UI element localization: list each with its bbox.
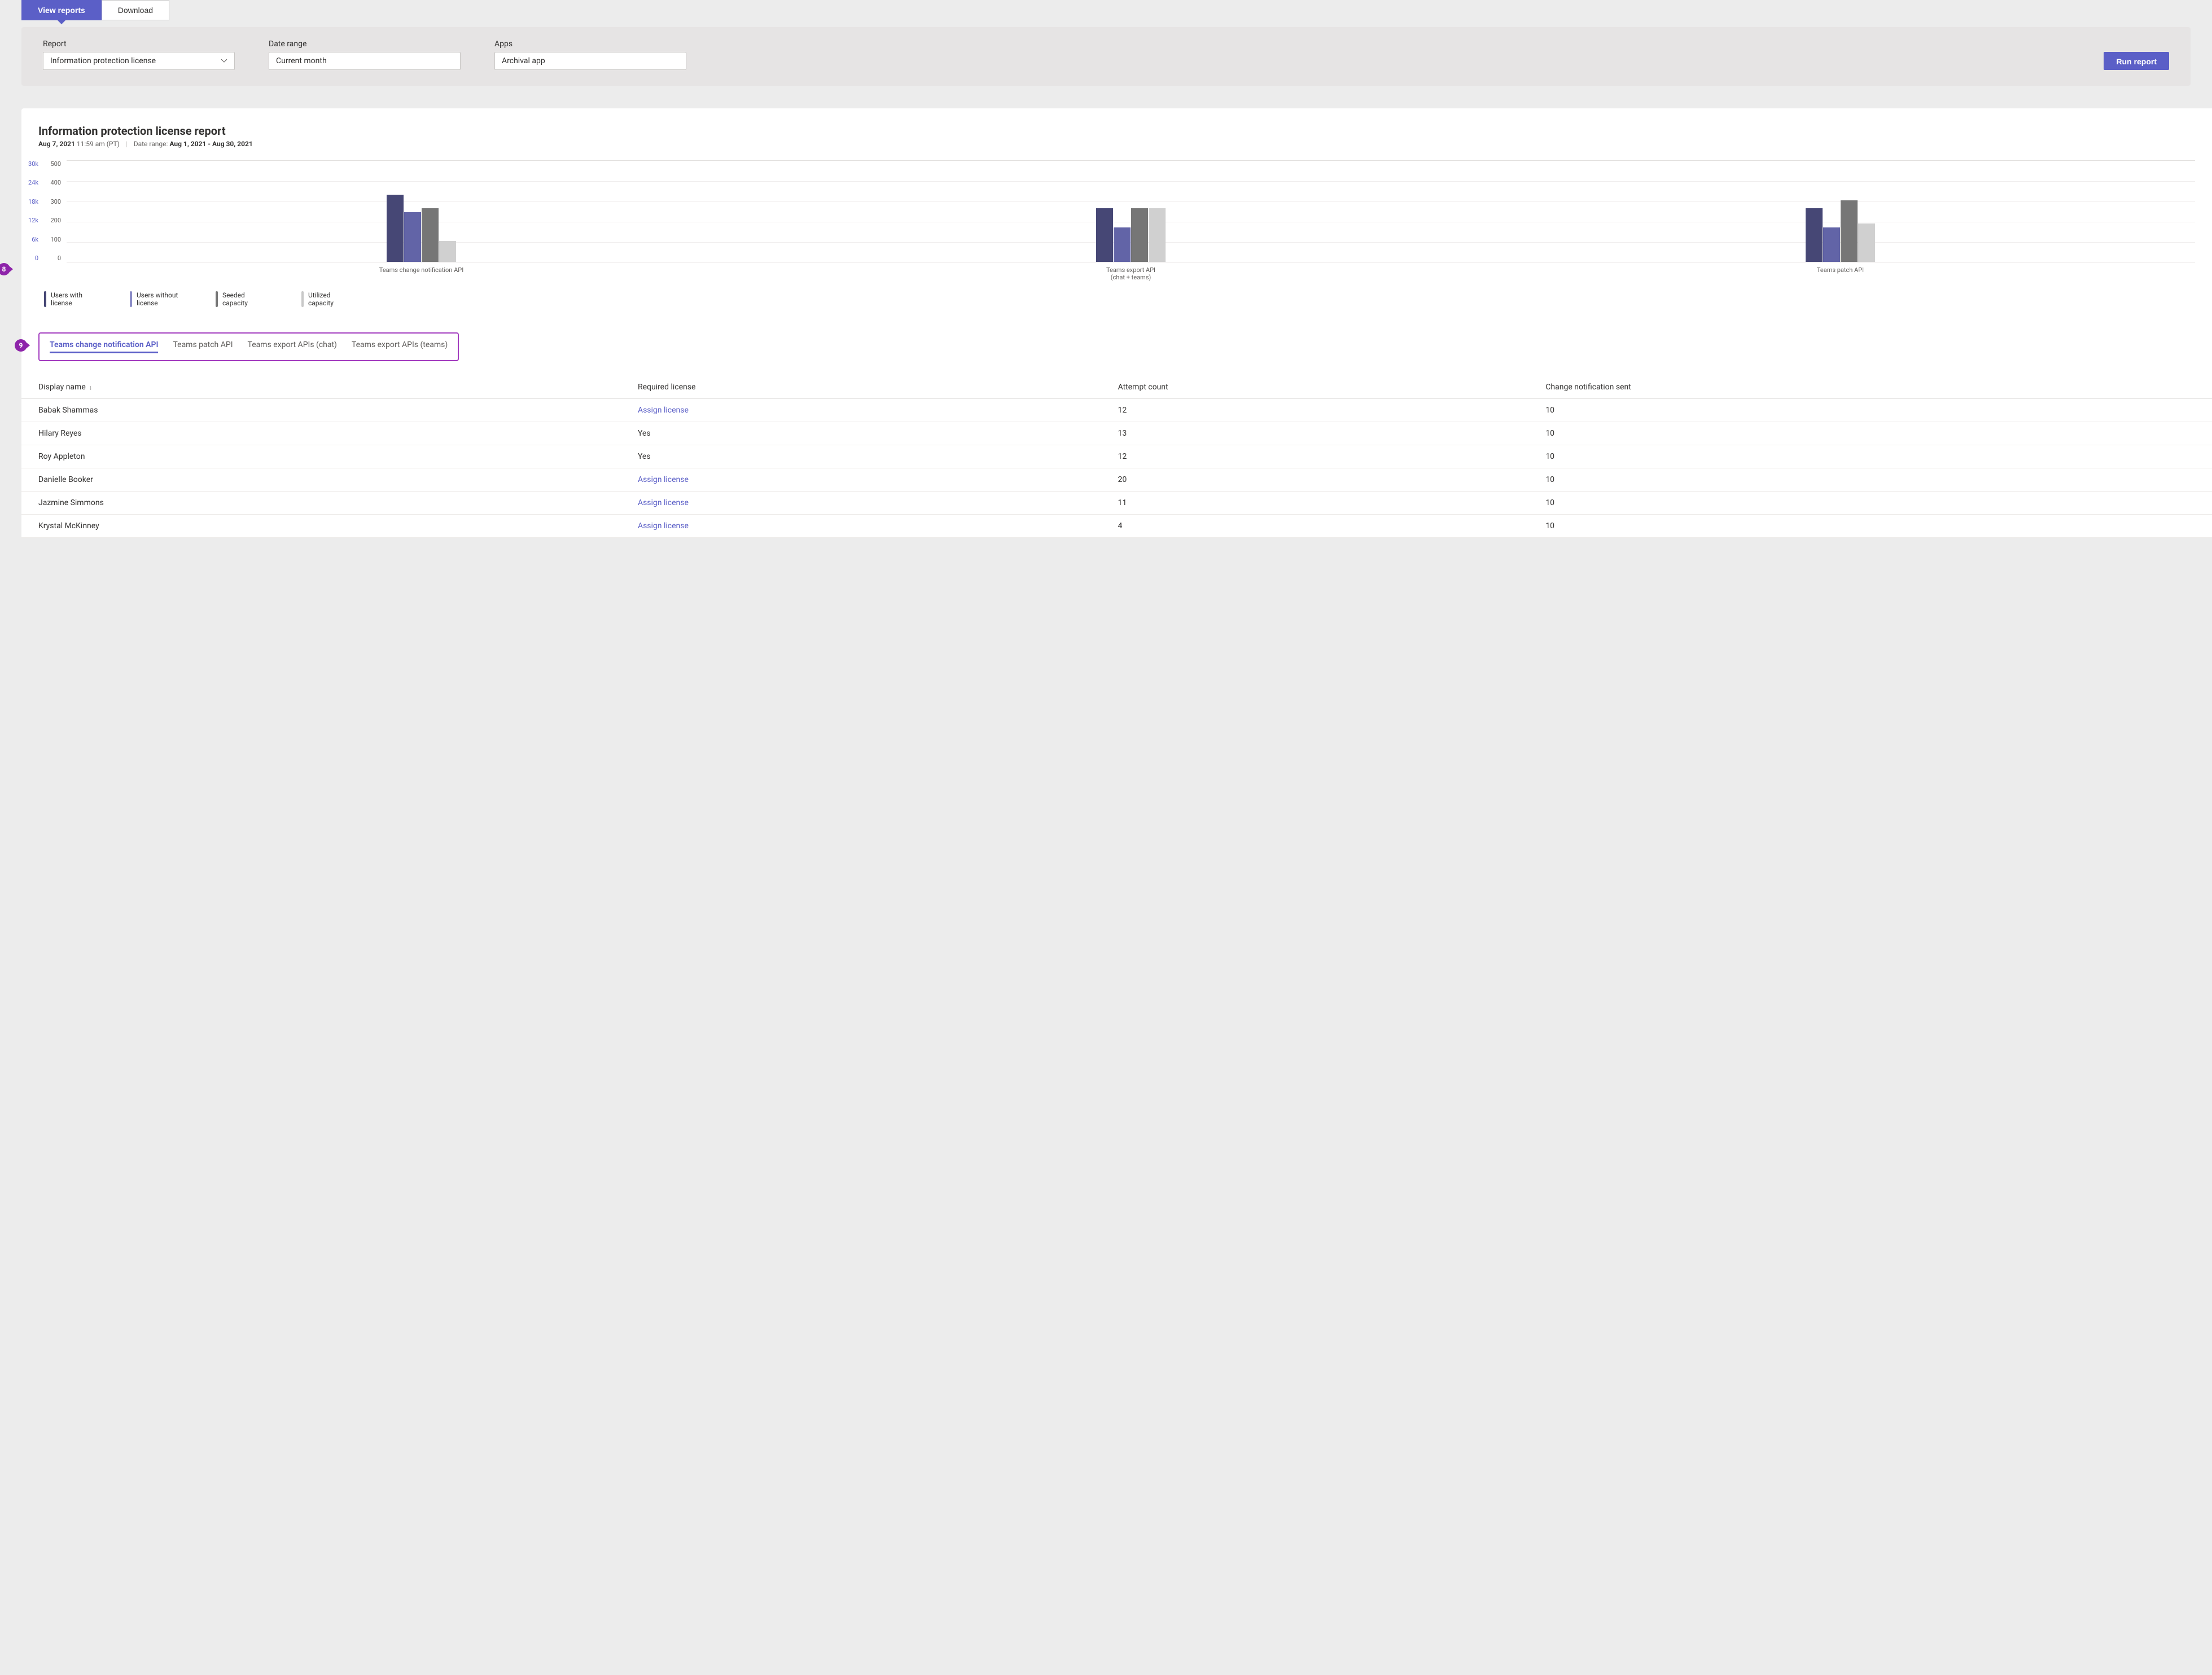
data-tab[interactable]: Teams export APIs (chat) bbox=[248, 340, 337, 353]
table-row: Danielle Booker Assign license 2010 bbox=[21, 468, 2212, 491]
report-subtitle: Aug 7, 2021 11:59 am (PT) | Date range: … bbox=[38, 140, 2195, 148]
cell-display-name: Krystal McKinney bbox=[21, 514, 632, 537]
legend-item: Utilized capacity bbox=[301, 291, 353, 308]
report-title: Information protection license report bbox=[38, 124, 2195, 138]
chart-bar bbox=[1114, 227, 1131, 262]
top-tabs: View reports Download bbox=[0, 0, 2212, 20]
chart-plot: Teams change notification APITeams expor… bbox=[67, 160, 2195, 262]
assign-license-link[interactable]: Assign license bbox=[638, 475, 689, 484]
legend-item: Users without license bbox=[130, 291, 182, 308]
apps-value: Archival app bbox=[502, 56, 545, 65]
chart-bar bbox=[1131, 208, 1148, 262]
legend-swatch bbox=[216, 291, 218, 307]
table-row: Jazmine Simmons Assign license 1110 bbox=[21, 491, 2212, 514]
chart-bar bbox=[422, 208, 439, 262]
sort-arrow-icon: ↓ bbox=[86, 384, 93, 391]
legend-swatch bbox=[301, 291, 304, 307]
table-header[interactable]: Display name↓ bbox=[21, 376, 632, 399]
table-header[interactable]: Attempt count bbox=[1112, 376, 1540, 399]
cell-sent: 10 bbox=[1540, 398, 2212, 422]
assign-license-link[interactable]: Assign license bbox=[638, 498, 689, 507]
chart-bar bbox=[439, 241, 456, 262]
report-select[interactable]: Information protection license bbox=[43, 52, 235, 70]
legend-swatch bbox=[130, 291, 132, 307]
chevron-down-icon bbox=[221, 58, 227, 64]
report-filter-label: Report bbox=[43, 40, 235, 49]
chart-bar bbox=[1823, 227, 1840, 262]
date-range-value: Current month bbox=[276, 56, 327, 65]
data-tab[interactable]: Teams change notification API bbox=[50, 340, 158, 353]
chart-bar bbox=[1841, 200, 1858, 262]
data-tab[interactable]: Teams patch API bbox=[173, 340, 233, 353]
table-header[interactable]: Required license bbox=[632, 376, 1112, 399]
assign-license-link[interactable]: Assign license bbox=[638, 521, 689, 530]
cell-display-name: Babak Shammas bbox=[21, 398, 632, 422]
legend-item: Users with license bbox=[44, 291, 96, 308]
apps-label: Apps bbox=[494, 40, 686, 49]
data-tabs: Teams change notification API Teams patch… bbox=[38, 332, 459, 361]
callout-9: 9 bbox=[15, 339, 27, 352]
chart-legend: 8 Users with licenseUsers without licens… bbox=[21, 262, 2212, 308]
cell-sent: 10 bbox=[1540, 491, 2212, 514]
legend-swatch bbox=[44, 291, 46, 307]
report-card: Information protection license report Au… bbox=[21, 108, 2212, 538]
cell-license: Yes bbox=[632, 445, 1112, 468]
table-row: Krystal McKinney Assign license 410 bbox=[21, 514, 2212, 537]
legend-label: Utilized capacity bbox=[308, 291, 353, 308]
cell-attempt: 11 bbox=[1112, 491, 1540, 514]
cell-display-name: Roy Appleton bbox=[21, 445, 632, 468]
chart-bar bbox=[404, 212, 421, 262]
chart-bar bbox=[1096, 208, 1113, 262]
callout-8: 8 bbox=[0, 263, 10, 275]
cell-attempt: 12 bbox=[1112, 445, 1540, 468]
assign-license-link[interactable]: Assign license bbox=[638, 406, 689, 415]
chart-bar bbox=[1806, 208, 1823, 262]
cell-sent: 10 bbox=[1540, 468, 2212, 491]
chart-bar bbox=[387, 195, 404, 262]
cell-attempt: 13 bbox=[1112, 422, 1540, 445]
chart: 30k24k18k12k6k0 5004003002001000 Teams c… bbox=[21, 148, 2212, 262]
data-tab[interactable]: Teams export APIs (teams) bbox=[352, 340, 448, 353]
chart-y-axis-secondary: 5004003002001000 bbox=[44, 160, 67, 262]
cell-attempt: 4 bbox=[1112, 514, 1540, 537]
run-report-button[interactable]: Run report bbox=[2104, 52, 2169, 70]
cell-display-name: Hilary Reyes bbox=[21, 422, 632, 445]
legend-label: Users without license bbox=[137, 291, 182, 308]
table-row: Roy AppletonYes1210 bbox=[21, 445, 2212, 468]
chart-y-axis-primary: 30k24k18k12k6k0 bbox=[21, 160, 44, 262]
cell-sent: 10 bbox=[1540, 445, 2212, 468]
cell-sent: 10 bbox=[1540, 422, 2212, 445]
filter-bar: Report Information protection license Da… bbox=[21, 27, 2191, 86]
table-row: Hilary ReyesYes1310 bbox=[21, 422, 2212, 445]
tab-download[interactable]: Download bbox=[102, 0, 169, 20]
date-range-select[interactable]: Current month bbox=[269, 52, 461, 70]
legend-label: Users with license bbox=[51, 291, 96, 308]
report-select-value: Information protection license bbox=[50, 56, 156, 65]
cell-license: Yes bbox=[632, 422, 1112, 445]
legend-label: Seeded capacity bbox=[222, 291, 268, 308]
chart-bar bbox=[1858, 223, 1875, 262]
chart-bar bbox=[1149, 208, 1166, 262]
tab-view-reports[interactable]: View reports bbox=[21, 0, 102, 20]
cell-display-name: Danielle Booker bbox=[21, 468, 632, 491]
cell-attempt: 12 bbox=[1112, 398, 1540, 422]
legend-item: Seeded capacity bbox=[216, 291, 268, 308]
table-row: Babak Shammas Assign license 1210 bbox=[21, 398, 2212, 422]
table-header[interactable]: Change notification sent bbox=[1540, 376, 2212, 399]
apps-select[interactable]: Archival app bbox=[494, 52, 686, 70]
data-table: Display name↓Required licenseAttempt cou… bbox=[21, 376, 2212, 538]
cell-attempt: 20 bbox=[1112, 468, 1540, 491]
cell-sent: 10 bbox=[1540, 514, 2212, 537]
cell-display-name: Jazmine Simmons bbox=[21, 491, 632, 514]
date-range-label: Date range bbox=[269, 40, 461, 49]
